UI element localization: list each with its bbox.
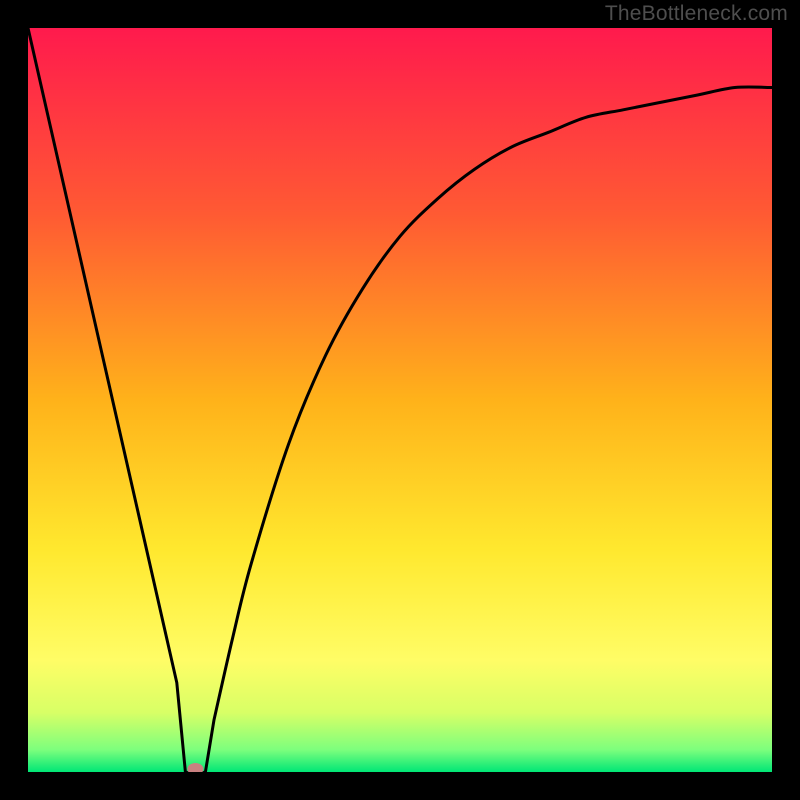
watermark-text: TheBottleneck.com (605, 2, 788, 26)
chart-frame: TheBottleneck.com (0, 0, 800, 800)
chart-plot (28, 28, 772, 772)
plot-background (28, 28, 772, 772)
